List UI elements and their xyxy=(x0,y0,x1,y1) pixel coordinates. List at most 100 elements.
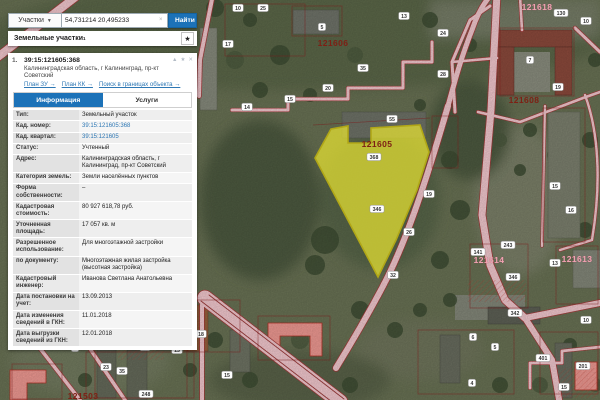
parcel-number-badge[interactable]: 32 xyxy=(388,271,399,279)
svg-text:20: 20 xyxy=(325,86,331,92)
parcel-link[interactable]: План ЗУ → xyxy=(24,81,56,88)
search-category-dropdown[interactable]: Участки ▼ xyxy=(8,13,62,28)
tab-services[interactable]: Услуги xyxy=(103,93,192,107)
svg-text:15: 15 xyxy=(561,385,567,391)
quarter-label[interactable]: 121606 xyxy=(318,38,349,48)
info-row: Дата выгрузки сведений из ГКН:12.01.2018 xyxy=(13,329,192,346)
parcel-number-badge[interactable]: 16 xyxy=(566,206,577,214)
quarter-label[interactable]: 121614 xyxy=(474,255,505,265)
parcel-number-badge[interactable]: 19 xyxy=(424,190,435,198)
svg-text:141: 141 xyxy=(474,250,483,256)
parcel-number-badge[interactable]: 15 xyxy=(550,182,561,190)
svg-text:13: 13 xyxy=(552,261,558,267)
parcel-number-badge[interactable]: 55 xyxy=(387,115,398,123)
svg-text:32: 32 xyxy=(390,273,396,279)
info-row-value: Земельный участок xyxy=(79,110,192,120)
parcel-number-badge[interactable]: 248 xyxy=(139,390,153,398)
search-bar: Участки ▼ × Найти xyxy=(8,13,197,28)
parcel-number-badge[interactable]: 23 xyxy=(101,363,112,371)
parcel-number-badge[interactable]: 5 xyxy=(318,23,325,31)
results-title: Земельные участки xyxy=(14,35,83,42)
quarter-label[interactable]: 121605 xyxy=(362,139,393,149)
parcel-number-badge[interactable]: 346 xyxy=(506,273,520,281)
search-button[interactable]: Найти xyxy=(168,13,197,28)
parcel-number-badge[interactable]: 13 xyxy=(399,12,410,20)
svg-text:55: 55 xyxy=(389,117,395,123)
parcel-number-badge[interactable]: 15 xyxy=(222,371,233,379)
parcel-number-badge[interactable]: 201 xyxy=(576,362,590,370)
parcel-number-badge[interactable]: 35 xyxy=(358,64,369,72)
parcel-number-badge[interactable]: 5 xyxy=(491,343,498,351)
quarter-label[interactable]: 121618 xyxy=(522,2,553,12)
info-row-label: Кадастровый инженер: xyxy=(13,275,79,292)
quarter-label[interactable]: 121608 xyxy=(509,95,540,105)
parcel-number-badge[interactable]: 19 xyxy=(553,83,564,91)
parcel-number-badge[interactable]: 26 xyxy=(404,228,415,236)
plan-icon[interactable]: ▲ xyxy=(172,57,177,63)
parcel-number-badge[interactable]: 4 xyxy=(468,379,475,387)
parcel-number-badge[interactable]: 15 xyxy=(559,383,570,391)
parcel-number-badge[interactable]: 10 xyxy=(233,4,244,12)
parcel-link[interactable]: Поиск в границах объекта → xyxy=(99,81,180,88)
parcel-link[interactable]: План КК → xyxy=(62,81,93,88)
close-icon[interactable]: ✕ xyxy=(188,57,193,63)
parcel-number-badge[interactable]: 130 xyxy=(554,9,568,17)
info-row-value: 80 927 618,78 руб. xyxy=(79,202,192,219)
parcel-number-badge[interactable]: 15 xyxy=(285,95,296,103)
parcel-number-badge[interactable]: 342 xyxy=(508,309,522,317)
svg-text:5: 5 xyxy=(494,345,497,351)
info-row-label: Дата выгрузки сведений из ГКН: xyxy=(13,329,79,346)
svg-text:10: 10 xyxy=(235,6,241,12)
parcel-tabs: ИнформацияУслуги xyxy=(13,92,192,108)
svg-text:35: 35 xyxy=(360,66,366,72)
svg-text:201: 201 xyxy=(579,364,588,370)
clear-search-icon[interactable]: × xyxy=(159,17,163,23)
info-row-value: Иванова Светлана Анатольевна xyxy=(79,275,192,292)
info-row-label: Разрешенное использование: xyxy=(13,238,79,255)
parcel-number-badge[interactable]: 10 xyxy=(581,17,592,25)
svg-text:19: 19 xyxy=(426,192,432,198)
parcel-number-badge[interactable]: 20 xyxy=(323,84,334,92)
info-row-value[interactable]: 39:15:121605:368 xyxy=(79,121,192,131)
info-row: Адрес:Калининградская область, г Калинин… xyxy=(13,155,192,172)
parcel-number-badge[interactable]: 7 xyxy=(526,56,533,64)
parcel-number-badge[interactable]: 17 xyxy=(223,40,234,48)
parcel-number-badge[interactable]: 141 xyxy=(471,248,485,256)
info-row: Форма собственности:– xyxy=(13,184,192,201)
parcel-number-badge[interactable]: 6 xyxy=(469,333,476,341)
parcel-number-badge[interactable]: 25 xyxy=(258,4,269,12)
parcel-number-badge[interactable]: 24 xyxy=(438,29,449,37)
quarter-label[interactable]: 121503 xyxy=(68,391,99,400)
info-row-label: Кад. квартал: xyxy=(13,133,79,143)
search-input[interactable] xyxy=(62,13,168,28)
info-row-value: 12.01.2018 xyxy=(79,329,192,346)
parcel-number-badge[interactable]: 368 xyxy=(367,153,381,161)
info-row-label: Тип: xyxy=(13,110,79,120)
parcel-number-badge[interactable]: 13 xyxy=(550,259,561,267)
parcel-info-card: 1. 39:15:121605:368 ▲ ★ ✕ Калининградска… xyxy=(8,53,197,350)
parcel-number-badge[interactable]: 401 xyxy=(536,354,550,362)
info-row: Уточненная площадь:17 057 кв. м xyxy=(13,220,192,237)
svg-text:10: 10 xyxy=(583,318,589,324)
parcel-number-badge[interactable]: 346 xyxy=(370,205,384,213)
parcel-number-badge[interactable]: 18 xyxy=(196,330,207,338)
parcel-number-badge[interactable]: 10 xyxy=(581,316,592,324)
info-row-label: Категория земель: xyxy=(13,173,79,183)
quarter-label[interactable]: 121613 xyxy=(562,254,593,264)
favorite-star-icon[interactable]: ★ xyxy=(180,57,185,63)
parcel-number-badge[interactable]: 35 xyxy=(117,367,128,375)
svg-text:35: 35 xyxy=(119,369,125,375)
info-row-value[interactable]: 39:15:121605 xyxy=(79,133,192,143)
info-row-value: Земли населённых пунктов xyxy=(79,173,192,183)
parcel-number-badge[interactable]: 14 xyxy=(242,103,253,111)
svg-text:23: 23 xyxy=(103,365,109,371)
info-row: Тип:Земельный участок xyxy=(13,110,192,120)
favorites-star-icon[interactable]: ★ xyxy=(181,32,194,45)
tab-information[interactable]: Информация xyxy=(14,93,103,107)
parcel-number-badge[interactable]: 28 xyxy=(438,70,449,78)
parcel-number-badge[interactable]: 243 xyxy=(501,241,515,249)
svg-text:28: 28 xyxy=(440,72,446,78)
info-row-label: Дата постановки на учет: xyxy=(13,293,79,310)
results-count-superscript: 1 xyxy=(83,36,86,41)
svg-text:25: 25 xyxy=(260,6,266,12)
